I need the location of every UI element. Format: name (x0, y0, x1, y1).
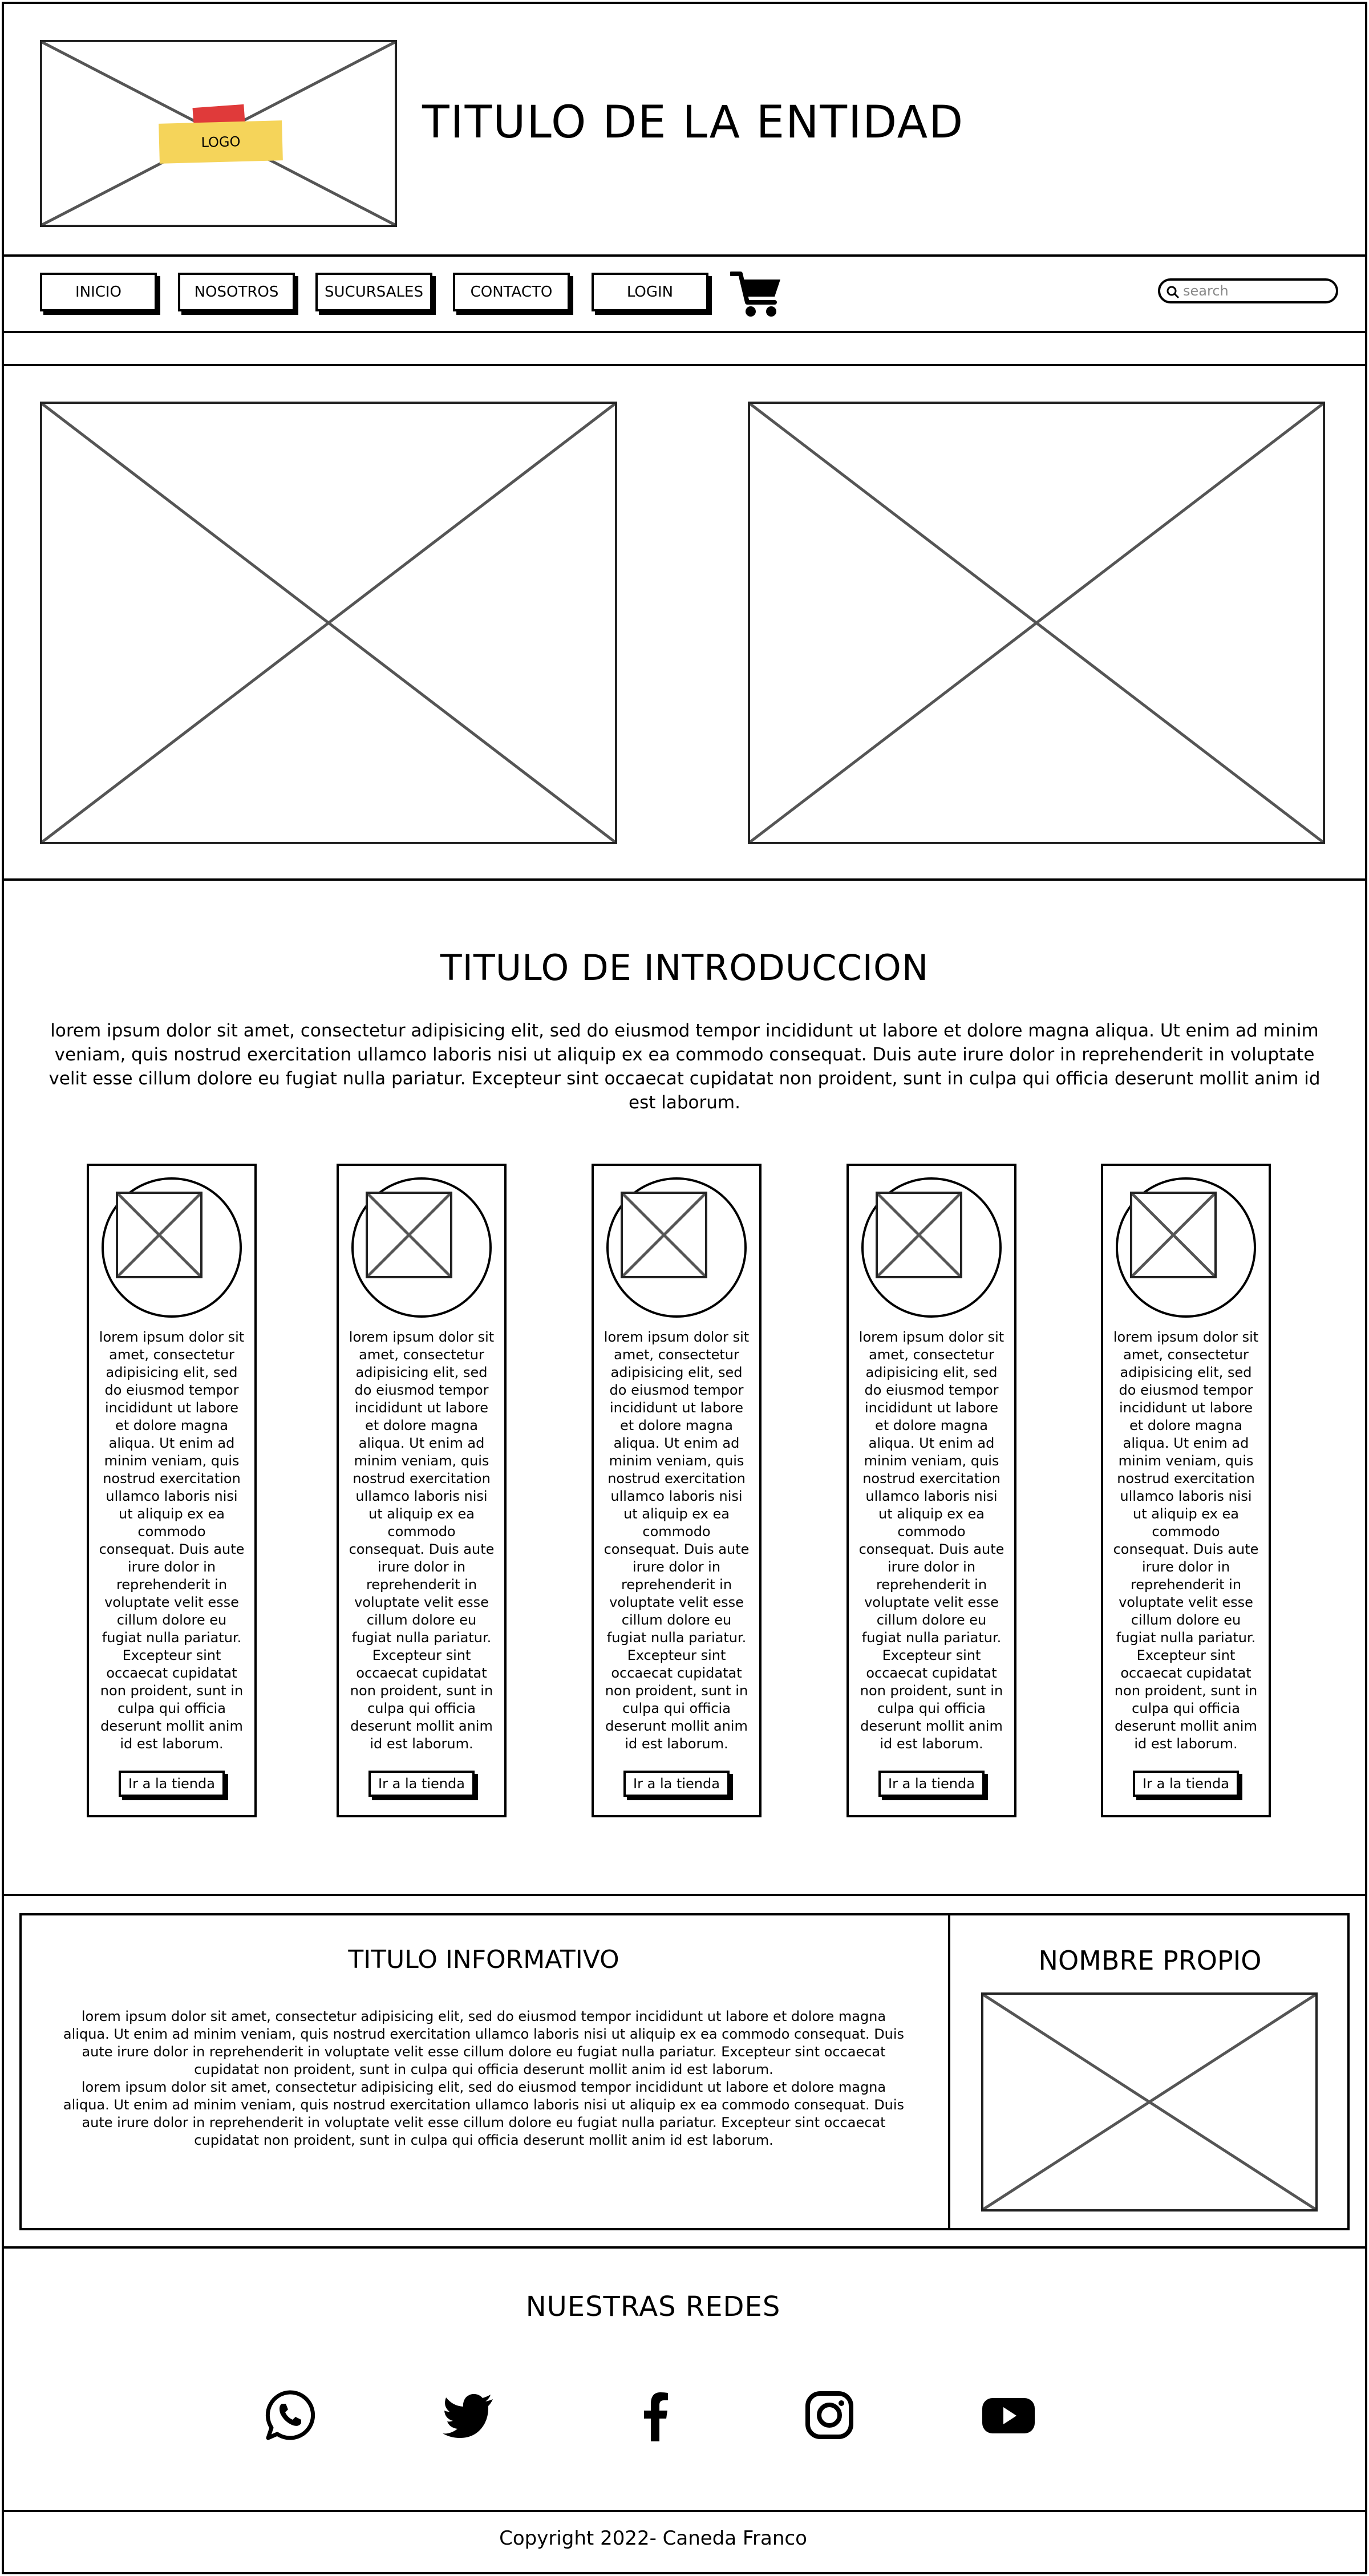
search-icon (1167, 286, 1180, 299)
logo-label: LOGO (159, 120, 283, 164)
card-text: lorem ipsum dolor sit amet, consectetur … (858, 1329, 1005, 1752)
go-to-store-button[interactable]: Ir a la tienda (1133, 1771, 1239, 1797)
copyright: Copyright 2022- Caneda Franco (499, 2527, 807, 2550)
twitter-icon[interactable] (440, 2387, 497, 2444)
product-card: lorem ipsum dolor sit amet, consectetur … (592, 1164, 762, 1817)
info-paragraph: lorem ipsum dolor sit amet, consectetur … (63, 2008, 905, 2077)
card-image (366, 1192, 452, 1278)
product-card: lorem ipsum dolor sit amet, consectetur … (846, 1164, 1016, 1817)
product-card: lorem ipsum dolor sit amet, consectetur … (337, 1164, 507, 1817)
go-to-store-button[interactable]: Ir a la tienda (368, 1771, 475, 1797)
hero-image-right (748, 402, 1325, 844)
search-input[interactable]: search (1158, 278, 1338, 303)
card-text: lorem ipsum dolor sit amet, consectetur … (349, 1329, 495, 1752)
card-image (116, 1192, 202, 1278)
hero-image-left (40, 402, 617, 844)
nav-sucursales-button[interactable]: SUCURSALES (315, 273, 432, 311)
nav-login-button[interactable]: LOGIN (592, 273, 708, 311)
whatsapp-icon[interactable] (261, 2387, 318, 2444)
intro-text: lorem ipsum dolor sit amet, consectetur … (48, 1020, 1321, 1113)
info-title: TITULO INFORMATIVO (348, 1945, 619, 1974)
card-text: lorem ipsum dolor sit amet, consectetur … (99, 1329, 245, 1752)
shopping-cart-icon[interactable] (729, 270, 783, 318)
card-image (876, 1192, 962, 1278)
divider (2, 331, 1367, 333)
facebook-icon[interactable] (627, 2387, 684, 2444)
card-image (621, 1192, 707, 1278)
product-card: lorem ipsum dolor sit amet, consectetur … (87, 1164, 257, 1817)
product-card: lorem ipsum dolor sit amet, consectetur … (1101, 1164, 1271, 1817)
youtube-icon[interactable] (980, 2387, 1037, 2444)
card-image (1130, 1192, 1217, 1278)
logo-placeholder[interactable]: LOGO (40, 40, 397, 227)
info-text: lorem ipsum dolor sit amet, consectetur … (57, 2008, 910, 2149)
divider (2, 364, 1367, 366)
divider (2, 878, 1367, 881)
instagram-icon[interactable] (801, 2387, 858, 2444)
info-image (981, 1992, 1318, 2212)
search-placeholder: search (1183, 283, 1229, 299)
nav-inicio-button[interactable]: INICIO (40, 273, 157, 311)
proper-name-title: NOMBRE PROPIO (1038, 1945, 1262, 1976)
entity-title: TITULO DE LA ENTIDAD (422, 97, 965, 148)
card-text: lorem ipsum dolor sit amet, consectetur … (1113, 1329, 1259, 1752)
go-to-store-button[interactable]: Ir a la tienda (623, 1771, 730, 1797)
nav-contacto-button[interactable]: CONTACTO (453, 273, 570, 311)
nav-nosotros-button[interactable]: NOSOTROS (178, 273, 295, 311)
card-text: lorem ipsum dolor sit amet, consectetur … (604, 1329, 750, 1752)
divider (2, 254, 1367, 257)
social-title: NUESTRAS REDES (525, 2291, 781, 2323)
divider (2, 2246, 1367, 2249)
go-to-store-button[interactable]: Ir a la tienda (878, 1771, 985, 1797)
go-to-store-button[interactable]: Ir a la tienda (119, 1771, 225, 1797)
intro-title: TITULO DE INTRODUCCION (440, 947, 929, 989)
info-paragraph: lorem ipsum dolor sit amet, consectetur … (63, 2079, 905, 2148)
divider (2, 1894, 1367, 1896)
divider (2, 2510, 1367, 2512)
